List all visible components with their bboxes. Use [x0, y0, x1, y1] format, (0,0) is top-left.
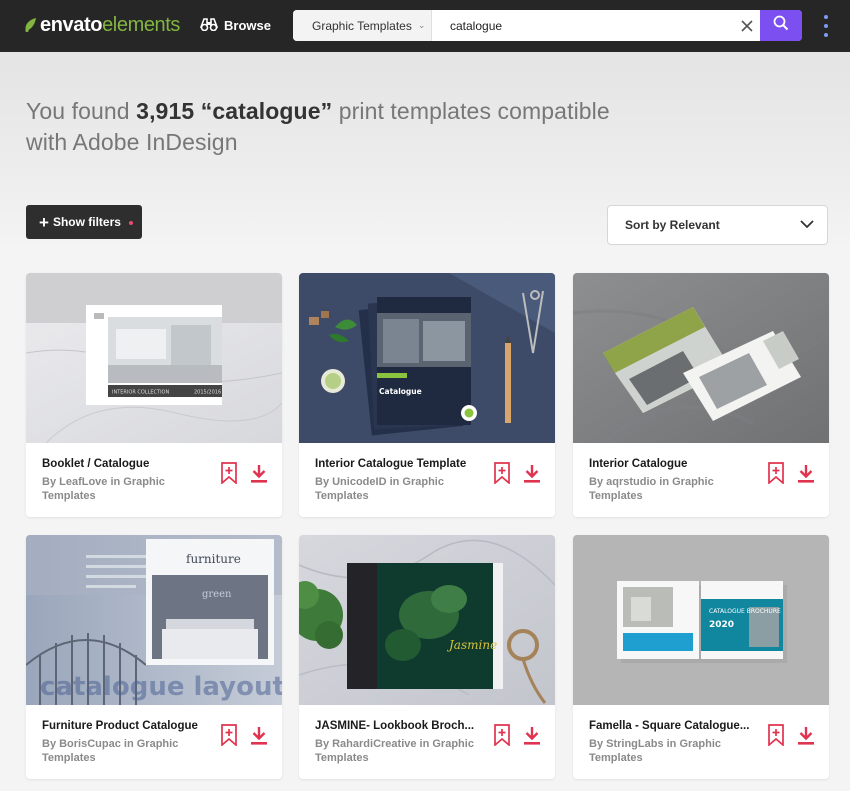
logo-text-envato: envato — [40, 13, 103, 36]
template-thumbnail[interactable]: furniture green catalogue layout — [26, 535, 282, 705]
card-title[interactable]: Famella - Square Catalogue... — [589, 720, 759, 732]
bookmark-plus-icon[interactable] — [221, 724, 237, 747]
sort-dropdown[interactable]: Sort by Relevant — [607, 205, 828, 245]
template-card[interactable]: furniture green catalogue layout Furnitu… — [26, 535, 282, 779]
template-card[interactable]: INTERIOR COLLECTION 2015/2016 Booklet / … — [26, 273, 282, 517]
results-count: 3,915 — [136, 98, 195, 124]
download-icon[interactable] — [523, 726, 541, 746]
browse-button[interactable]: Browse — [199, 15, 271, 35]
search-bar: Graphic Templates ⌄ — [293, 10, 802, 41]
thumb6-title: CATALOGUE BROCHURE — [709, 608, 781, 615]
card-title[interactable]: Booklet / Catalogue — [42, 458, 212, 470]
logo-text-elements: elements — [102, 13, 181, 36]
search-button[interactable] — [760, 10, 802, 41]
results-headline: You found 3,915 “catalogue” print templa… — [26, 96, 666, 158]
template-card[interactable]: Catalogue Interior Catalogue Template By… — [299, 273, 555, 517]
sort-label: Sort by Relevant — [625, 218, 720, 232]
thumb1-year: 2015/2016 — [194, 390, 221, 396]
bookmark-plus-icon[interactable] — [768, 724, 784, 747]
envato-elements-logo[interactable]: envatoelements — [24, 13, 180, 37]
card-title[interactable]: JASMINE- Lookbook Broch... — [315, 720, 485, 732]
card-author[interactable]: By aqrstudio in Graphic Templates — [589, 475, 759, 503]
thumb6-year: 2020 — [709, 620, 734, 630]
chevron-down-icon — [800, 220, 814, 229]
search-icon — [773, 15, 789, 36]
binoculars-icon — [199, 17, 224, 34]
download-icon[interactable] — [797, 726, 815, 746]
card-author[interactable]: By StringLabs in Graphic Templates — [589, 737, 759, 765]
bookmark-plus-icon[interactable] — [494, 462, 510, 485]
results-suffix: print templates compatible — [338, 98, 610, 124]
card-author[interactable]: By LeafLove in Graphic Templates — [42, 475, 212, 503]
download-icon[interactable] — [250, 726, 268, 746]
card-title[interactable]: Interior Catalogue Template — [315, 458, 485, 470]
card-author[interactable]: By UnicodeID in Graphic Templates — [315, 475, 485, 503]
template-thumbnail[interactable] — [573, 273, 829, 443]
chevron-down-icon: ⌄ — [417, 20, 426, 30]
results-term: “catalogue” — [200, 98, 333, 124]
thumb5-script: Jasmine — [446, 638, 497, 652]
bookmark-plus-icon[interactable] — [221, 462, 237, 485]
template-card[interactable]: CATALOGUE BROCHURE 2020 Famella - Square… — [573, 535, 829, 779]
card-title[interactable]: Interior Catalogue — [589, 458, 759, 470]
bookmark-plus-icon[interactable] — [494, 724, 510, 747]
filter-indicator-dot — [129, 221, 133, 225]
download-icon[interactable] — [250, 464, 268, 484]
search-category-dropdown[interactable]: Graphic Templates ⌄ — [293, 10, 432, 41]
leaf-icon — [24, 17, 38, 33]
browse-label: Browse — [224, 17, 271, 33]
thumb4-big-text: catalogue layout — [40, 672, 282, 702]
thumb4-title: furniture — [186, 552, 241, 566]
plus-icon: + — [39, 212, 49, 232]
show-filters-label: Show filters — [52, 215, 121, 229]
close-icon[interactable] — [733, 10, 760, 41]
template-thumbnail[interactable]: CATALOGUE BROCHURE 2020 — [573, 535, 829, 705]
kebab-menu-icon[interactable] — [820, 15, 832, 37]
template-thumbnail[interactable]: Jasmine — [299, 535, 555, 705]
template-thumbnail[interactable]: INTERIOR COLLECTION 2015/2016 — [26, 273, 282, 443]
card-author[interactable]: By RahardiCreative in Graphic Templates — [315, 737, 485, 765]
show-filters-button[interactable]: + Show filters — [26, 205, 142, 239]
results-prefix: You found — [26, 98, 130, 124]
results-suffix-line2: with Adobe InDesign — [26, 129, 238, 155]
search-category-label: Graphic Templates — [312, 18, 412, 33]
top-navigation-bar: envatoelements Browse Graphic Templates … — [0, 0, 850, 52]
card-author[interactable]: By BorisCupac in Graphic Templates — [42, 737, 212, 765]
search-input[interactable] — [433, 10, 733, 41]
template-card[interactable]: Jasmine JASMINE- Lookbook Broch... By Ra… — [299, 535, 555, 779]
card-title[interactable]: Furniture Product Catalogue — [42, 720, 212, 732]
thumb1-caption: INTERIOR COLLECTION — [112, 390, 169, 396]
thumb2-label: Catalogue — [379, 387, 422, 396]
download-icon[interactable] — [523, 464, 541, 484]
thumb4-sub: green — [202, 589, 232, 600]
bookmark-plus-icon[interactable] — [768, 462, 784, 485]
download-icon[interactable] — [797, 464, 815, 484]
template-card[interactable]: Interior Catalogue By aqrstudio in Graph… — [573, 273, 829, 517]
template-thumbnail[interactable]: Catalogue — [299, 273, 555, 443]
